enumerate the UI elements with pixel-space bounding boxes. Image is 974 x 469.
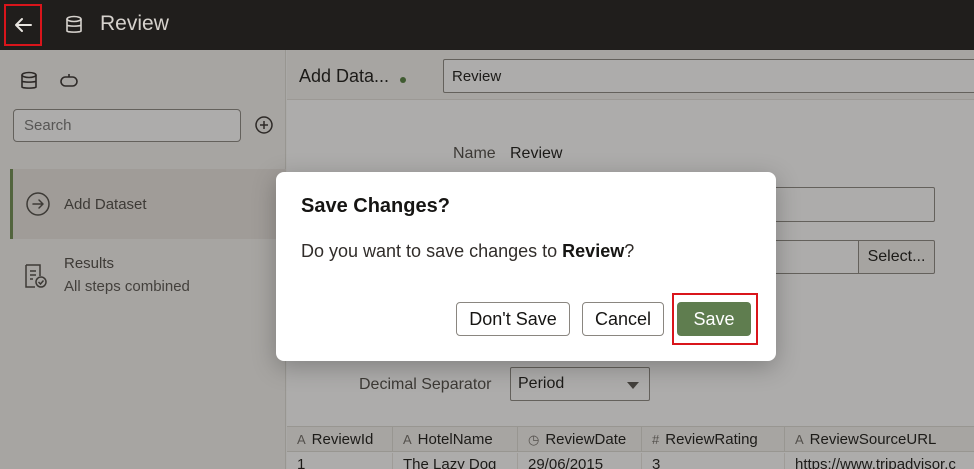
dialog-message: Do you want to save changes to Review? bbox=[301, 241, 634, 262]
save-changes-dialog: Save Changes? Do you want to save change… bbox=[276, 172, 776, 361]
database-icon bbox=[66, 15, 82, 33]
arrow-left-icon bbox=[15, 18, 32, 32]
app-header: Review bbox=[0, 0, 974, 50]
message-dataset-name: Review bbox=[562, 241, 625, 261]
back-button[interactable] bbox=[4, 4, 42, 46]
page-title: Review bbox=[100, 12, 169, 35]
message-prefix: Do you want to save changes to bbox=[301, 241, 563, 261]
dont-save-button[interactable]: Don't Save bbox=[456, 302, 570, 336]
dialog-title: Save Changes? bbox=[301, 195, 450, 217]
message-suffix: ? bbox=[624, 241, 635, 261]
cancel-button[interactable]: Cancel bbox=[582, 302, 664, 336]
save-button[interactable]: Save bbox=[677, 302, 751, 336]
